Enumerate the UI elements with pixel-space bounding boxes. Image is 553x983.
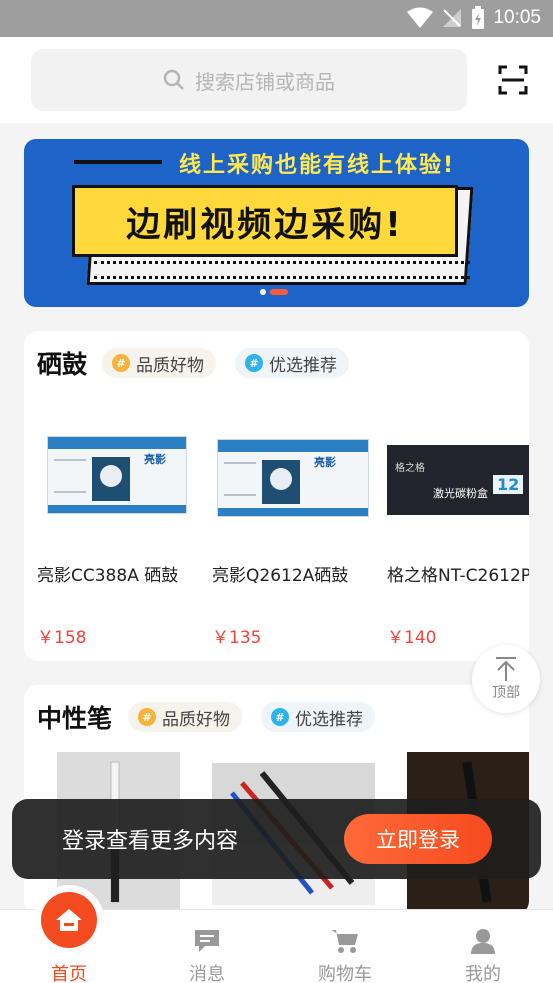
banner-indicator: [260, 289, 288, 295]
product-card[interactable]: 亮影 亮影CC388A 硒鼓 ￥158: [37, 401, 202, 648]
status-icons: 10:05: [407, 6, 541, 30]
hash-icon: #: [112, 354, 130, 372]
home-button-circle: [41, 892, 97, 948]
scroll-top-button[interactable]: 顶部: [472, 645, 540, 713]
scan-icon[interactable]: [498, 65, 528, 95]
status-bar: 10:05: [0, 0, 553, 37]
tab-home[interactable]: [34, 885, 104, 955]
battery-icon: [472, 6, 485, 29]
clock: 10:05: [493, 7, 541, 28]
section-title: 硒鼓: [37, 350, 88, 379]
product-image: 亮影: [37, 401, 187, 551]
scroll-top-label: 顶部: [492, 685, 520, 701]
hash-icon: #: [245, 354, 263, 372]
product-name: 亮影CC388A 硒鼓: [37, 566, 179, 586]
tab-label: 购物车: [318, 964, 372, 983]
tag-recommend: # 优选推荐: [235, 348, 349, 378]
home-icon: [56, 909, 82, 931]
product-image: 格之格 激光碳粉盒 12: [387, 401, 529, 551]
wifi-icon: [407, 7, 434, 28]
banner-top-text: 线上采购也能有线上体验!: [179, 153, 456, 178]
banner-decor-dots: [94, 261, 470, 279]
box-label: 格之格: [395, 463, 425, 474]
promo-banner[interactable]: 线上采购也能有线上体验! 边刷视频边采购!: [24, 139, 529, 307]
search-icon: [163, 69, 184, 90]
header: 搜索店铺或商品: [0, 37, 553, 123]
tag-label: 优选推荐: [295, 709, 363, 730]
product-image: 亮影: [212, 401, 369, 551]
banner-main-text: 边刷视频边采购!: [126, 204, 404, 245]
login-button[interactable]: 立即登录: [344, 814, 492, 864]
indicator-dot-active: [270, 289, 288, 295]
tag-quality: # 品质好物: [102, 348, 216, 378]
box-number: 12: [493, 475, 524, 494]
tab-label: 我的: [465, 964, 501, 983]
tab-label: 消息: [189, 964, 225, 983]
tag-label: 品质好物: [136, 355, 204, 376]
product-name: 亮影Q2612A硒鼓: [212, 566, 349, 586]
search-placeholder: 搜索店铺或商品: [195, 69, 335, 94]
no-signal-icon: [443, 9, 462, 27]
tag-label: 品质好物: [162, 709, 230, 730]
tag-quality: # 品质好物: [128, 702, 242, 732]
arrow-up-icon: [496, 657, 516, 681]
hash-icon: #: [138, 708, 156, 726]
user-icon: [471, 929, 495, 954]
product-name: 格之格NT-C2612PLUS+易加: [387, 566, 529, 586]
toner-box: 亮影: [47, 436, 187, 514]
section-title: 中性笔: [37, 704, 113, 733]
tag-label: 优选推荐: [269, 355, 337, 376]
section-toner: 硒鼓 # 品质好物 # 优选推荐 亮影 亮影CC388A 硒鼓 ￥158 亮影 …: [24, 331, 529, 661]
indicator-dot: [260, 289, 266, 295]
tab-label-home[interactable]: 首页: [29, 960, 109, 983]
product-card[interactable]: 格之格 激光碳粉盒 12 格之格NT-C2612PLUS+易加 ￥140: [387, 401, 529, 648]
login-prompt: 登录查看更多内容 立即登录: [12, 799, 541, 879]
cart-icon: [331, 930, 358, 953]
product-price: ￥158: [37, 628, 87, 648]
box-logo: 亮影: [144, 453, 166, 466]
banner-card: 边刷视频边采购!: [72, 185, 458, 257]
search-input[interactable]: 搜索店铺或商品: [31, 49, 467, 111]
product-price: ￥140: [387, 628, 437, 648]
tag-recommend: # 优选推荐: [261, 702, 375, 732]
box-logo: 亮影: [314, 456, 336, 469]
box-label: 激光碳粉盒: [433, 487, 488, 500]
banner-decor-line: [74, 160, 162, 164]
toner-box: 亮影: [217, 439, 369, 517]
login-prompt-text: 登录查看更多内容: [62, 829, 239, 854]
product-card[interactable]: 亮影 亮影Q2612A硒鼓 ￥135: [212, 401, 377, 648]
hash-icon: #: [271, 708, 289, 726]
toner-box-dark: 格之格 激光碳粉盒 12: [387, 445, 529, 515]
message-icon: [195, 930, 219, 952]
product-price: ￥135: [212, 628, 262, 648]
